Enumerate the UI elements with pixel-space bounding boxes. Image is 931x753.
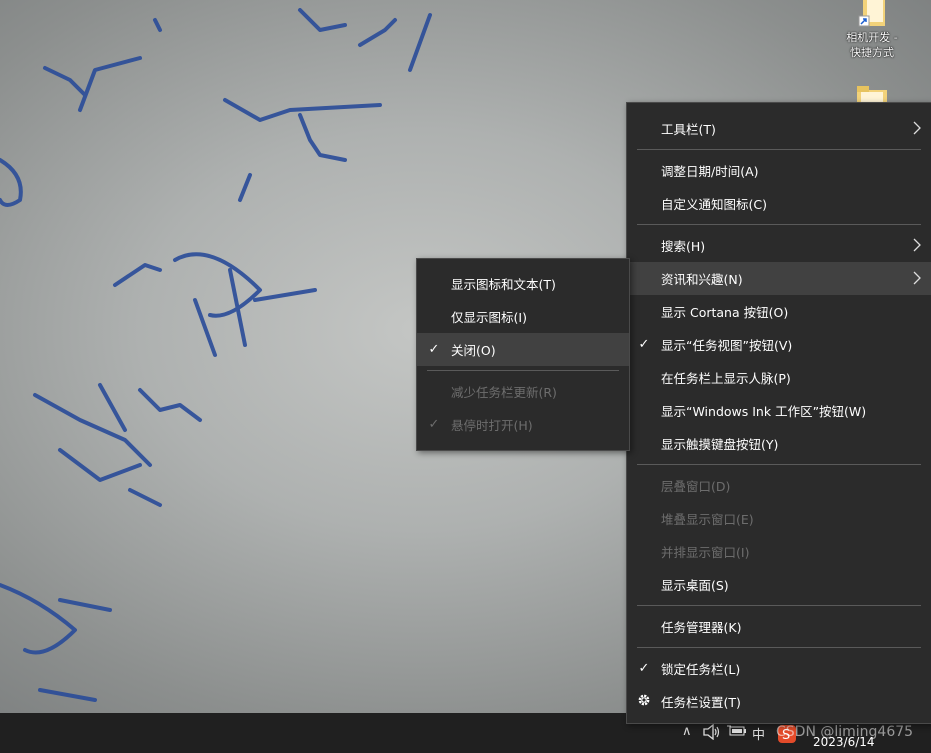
desktop-shortcut-camera-dev[interactable]: 相机开发 - 快捷方式 bbox=[832, 0, 912, 60]
menu-item-show-windows-ink-button[interactable]: 显示“Windows Ink 工作区”按钮(W) bbox=[627, 394, 931, 427]
battery-icon[interactable] bbox=[727, 724, 747, 742]
menu-item-label: 堆叠显示窗口(E) bbox=[661, 512, 754, 527]
show-hidden-icons-button[interactable]: ∧ bbox=[682, 724, 692, 739]
menu-item-task-manager[interactable]: 任务管理器(K) bbox=[627, 610, 931, 643]
chevron-right-icon bbox=[913, 121, 921, 135]
menu-item-cascade-windows[interactable]: 层叠窗口(D) bbox=[627, 469, 931, 502]
menu-separator bbox=[637, 647, 921, 648]
menu-item-label: 层叠窗口(D) bbox=[661, 479, 731, 494]
menu-item-taskbar-settings[interactable]: 任务栏设置(T) bbox=[627, 685, 931, 718]
desktop-icon-label-line1: 相机开发 - bbox=[846, 31, 898, 44]
menu-item-show-desktop[interactable]: 显示桌面(S) bbox=[627, 568, 931, 601]
menu-separator bbox=[427, 370, 619, 371]
desktop-icon-label-line2: 快捷方式 bbox=[850, 46, 894, 59]
menu-item-label: 显示 Cortana 按钮(O) bbox=[661, 305, 789, 320]
menu-item-label: 在任务栏上显示人脉(P) bbox=[661, 371, 791, 386]
menu-separator bbox=[637, 224, 921, 225]
menu-item-side-by-side-windows[interactable]: 并排显示窗口(I) bbox=[627, 535, 931, 568]
taskbar-date[interactable]: 2023/6/14 bbox=[813, 735, 875, 749]
news-and-interests-submenu: 显示图标和文本(T) 仅显示图标(I) ✓ 关闭(O) 减少任务栏更新(R) ✓… bbox=[416, 258, 630, 451]
menu-item-lock-taskbar[interactable]: ✓ 锁定任务栏(L) bbox=[627, 652, 931, 685]
menu-item-toolbars[interactable]: 工具栏(T) bbox=[627, 112, 931, 145]
menu-item-stack-windows[interactable]: 堆叠显示窗口(E) bbox=[627, 502, 931, 535]
menu-item-label: 自定义通知图标(C) bbox=[661, 197, 767, 212]
menu-item-label: 减少任务栏更新(R) bbox=[451, 385, 557, 400]
submenu-item-show-icon-only[interactable]: 仅显示图标(I) bbox=[417, 300, 629, 333]
menu-item-label: 显示图标和文本(T) bbox=[451, 277, 556, 292]
menu-item-show-people[interactable]: 在任务栏上显示人脉(P) bbox=[627, 361, 931, 394]
taskbar-context-menu: 工具栏(T) 调整日期/时间(A) 自定义通知图标(C) 搜索(H) 资讯和兴趣… bbox=[626, 102, 931, 724]
menu-item-show-task-view-button[interactable]: ✓ 显示“任务视图”按钮(V) bbox=[627, 328, 931, 361]
menu-item-label: 调整日期/时间(A) bbox=[661, 164, 759, 179]
menu-separator bbox=[637, 605, 921, 606]
menu-item-adjust-date-time[interactable]: 调整日期/时间(A) bbox=[627, 154, 931, 187]
menu-item-label: 仅显示图标(I) bbox=[451, 310, 527, 325]
menu-item-customize-notification-icons[interactable]: 自定义通知图标(C) bbox=[627, 187, 931, 220]
menu-separator bbox=[637, 149, 921, 150]
folder-shortcut-icon bbox=[857, 0, 887, 30]
checkmark-icon: ✓ bbox=[428, 342, 440, 357]
chevron-right-icon bbox=[913, 238, 921, 252]
menu-item-show-cortana-button[interactable]: 显示 Cortana 按钮(O) bbox=[627, 295, 931, 328]
menu-item-label: 锁定任务栏(L) bbox=[661, 662, 741, 677]
submenu-item-show-icon-and-text[interactable]: 显示图标和文本(T) bbox=[417, 267, 629, 300]
checkmark-icon: ✓ bbox=[428, 417, 440, 432]
menu-item-label: 搜索(H) bbox=[661, 239, 706, 254]
submenu-item-open-on-hover[interactable]: ✓ 悬停时打开(H) bbox=[417, 408, 629, 441]
menu-separator bbox=[637, 464, 921, 465]
gear-icon bbox=[637, 693, 651, 711]
chevron-right-icon bbox=[913, 271, 921, 285]
menu-item-label: 显示触摸键盘按钮(Y) bbox=[661, 437, 779, 452]
menu-item-label: 显示桌面(S) bbox=[661, 578, 729, 593]
menu-item-label: 悬停时打开(H) bbox=[451, 418, 533, 433]
menu-item-label: 工具栏(T) bbox=[661, 122, 716, 137]
submenu-item-turn-off[interactable]: ✓ 关闭(O) bbox=[417, 333, 629, 366]
menu-item-label: 任务栏设置(T) bbox=[661, 695, 741, 710]
checkmark-icon: ✓ bbox=[638, 661, 650, 676]
menu-item-show-touch-keyboard-button[interactable]: 显示触摸键盘按钮(Y) bbox=[627, 427, 931, 460]
menu-item-label: 并排显示窗口(I) bbox=[661, 545, 750, 560]
volume-icon[interactable] bbox=[703, 723, 721, 744]
ime-indicator[interactable]: 中 bbox=[752, 724, 765, 743]
menu-item-search[interactable]: 搜索(H) bbox=[627, 229, 931, 262]
menu-item-label: 显示“Windows Ink 工作区”按钮(W) bbox=[661, 404, 867, 419]
menu-item-label: 任务管理器(K) bbox=[661, 620, 742, 635]
menu-item-label: 关闭(O) bbox=[451, 343, 496, 358]
menu-item-label: 资讯和兴趣(N) bbox=[661, 272, 743, 287]
checkmark-icon: ✓ bbox=[638, 337, 650, 352]
submenu-item-reduce-taskbar-updates[interactable]: 减少任务栏更新(R) bbox=[417, 375, 629, 408]
menu-item-news-and-interests[interactable]: 资讯和兴趣(N) bbox=[627, 262, 931, 295]
menu-item-label: 显示“任务视图”按钮(V) bbox=[661, 338, 793, 353]
